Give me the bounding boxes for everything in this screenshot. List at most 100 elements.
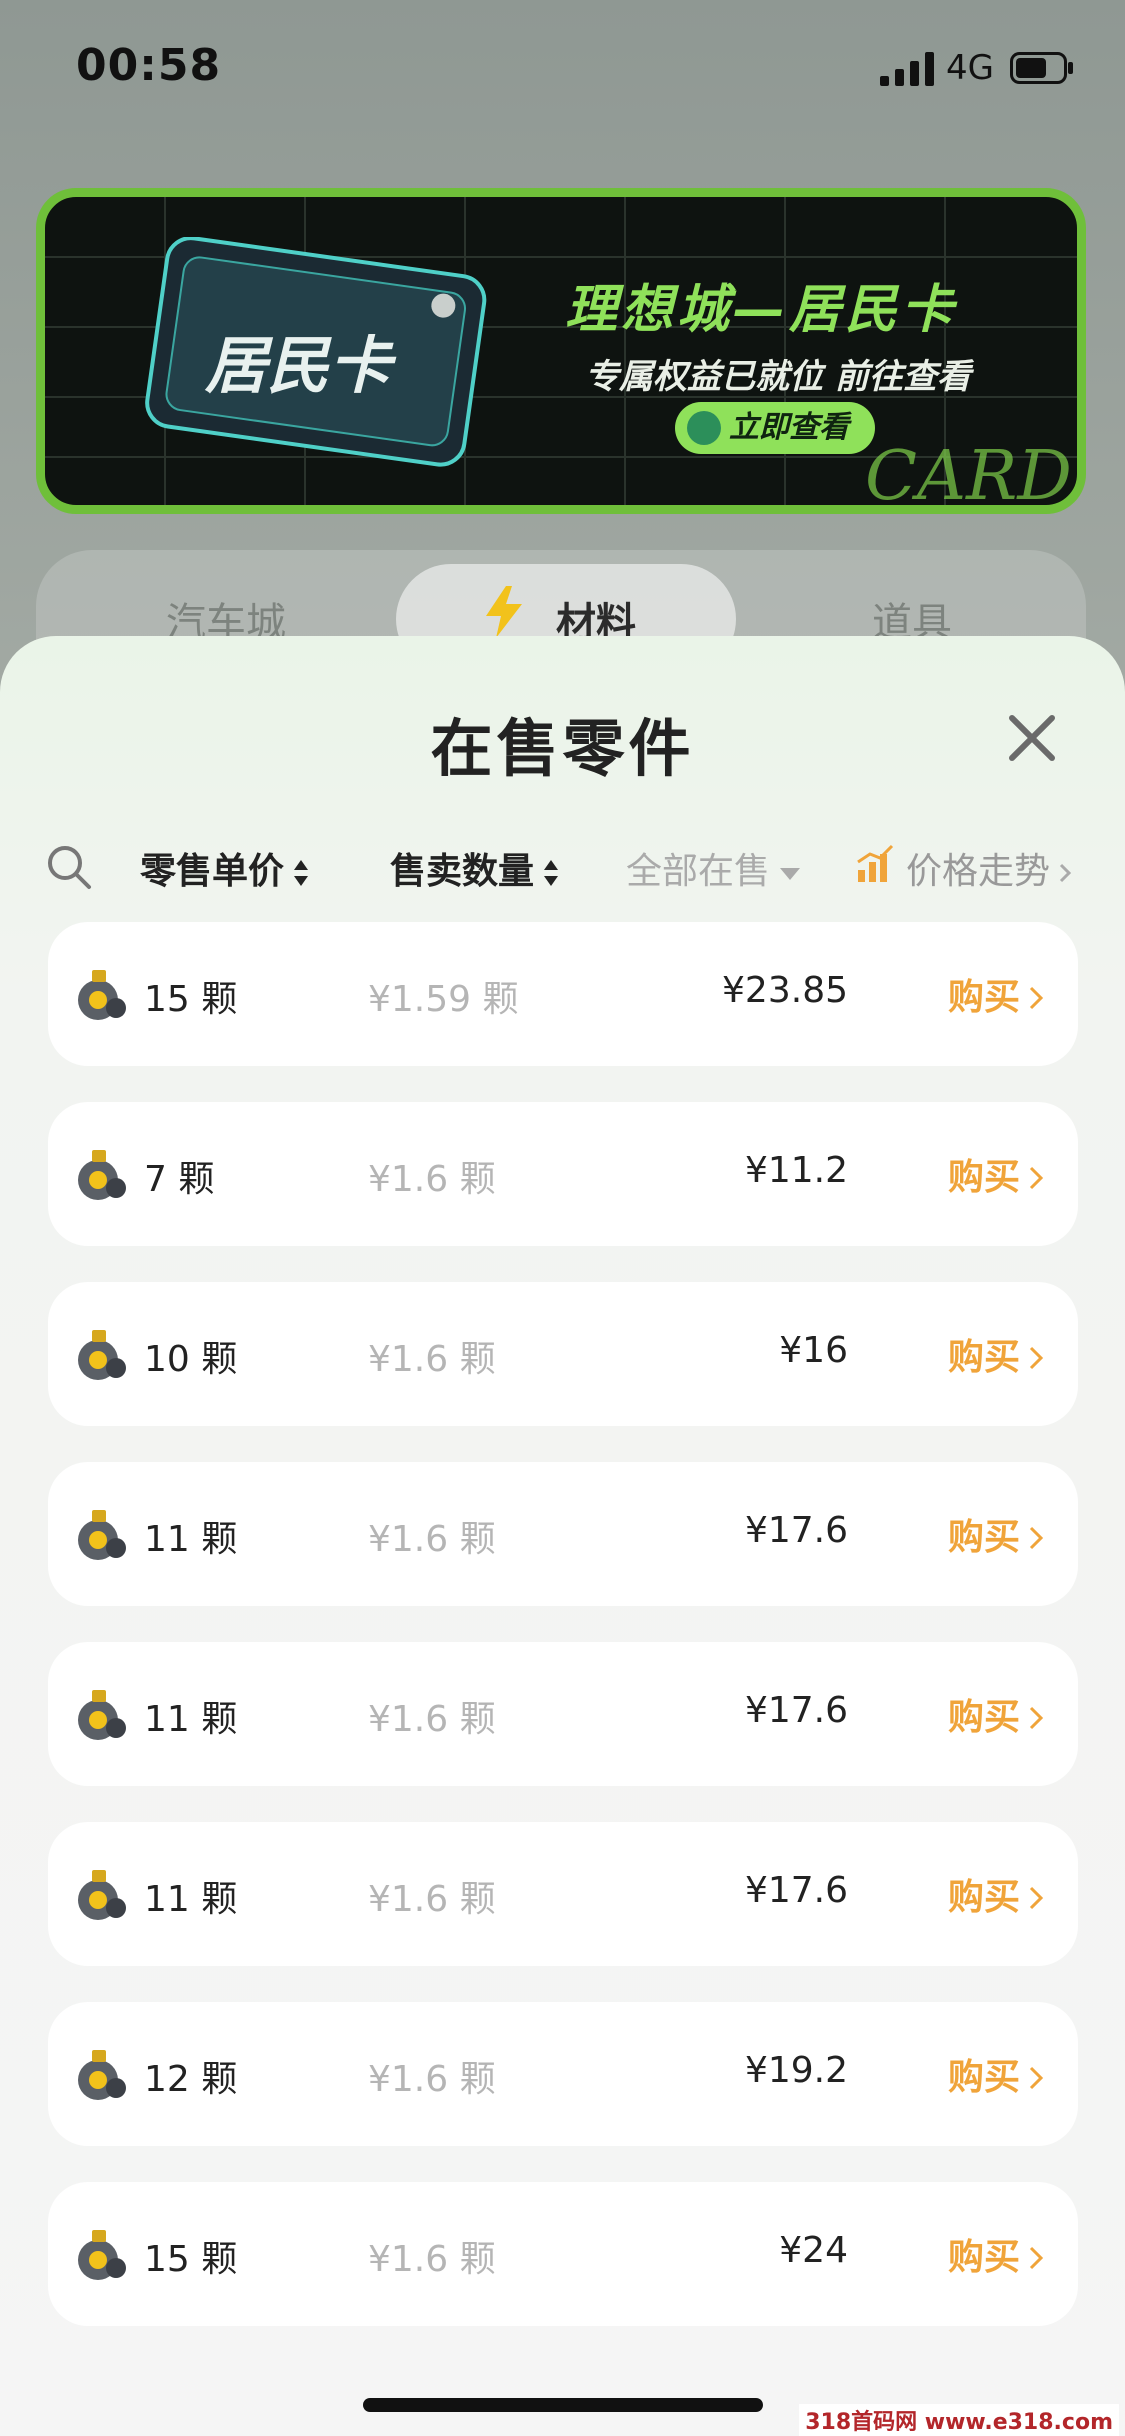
gear-part-icon <box>78 1870 126 1920</box>
status-bar: 00:58 4G <box>0 0 1125 140</box>
sort-quantity-label: 售卖数量 <box>390 851 535 892</box>
total-price: ¥23.85 <box>722 970 848 1011</box>
gear-part-icon <box>78 1330 126 1380</box>
bar-chart-icon <box>857 844 894 882</box>
listing-row[interactable]: 11 颗 ¥1.6 颗 ¥17.6 购买 <box>48 1462 1078 1606</box>
quantity: 11 颗 <box>144 1699 238 1740</box>
buy-button[interactable]: 购买 <box>948 2048 1044 2100</box>
buy-label: 购买 <box>948 2057 1021 2098</box>
parts-on-sale-sheet: 在售零件 零售单价 售卖数量 全部在售 价格走势 15 颗 ¥1.59 颗 ¥2… <box>0 636 1125 2436</box>
banner-title: 理想城—居民卡 <box>565 280 958 340</box>
signal-icon <box>880 52 934 86</box>
listing-row[interactable]: 10 颗 ¥1.6 颗 ¥16 购买 <box>48 1282 1078 1426</box>
gear-part-icon <box>78 2050 126 2100</box>
gear-part-icon <box>78 970 126 1020</box>
buy-label: 购买 <box>948 1697 1021 1738</box>
sort-arrows-icon <box>544 860 559 886</box>
chevron-right-icon <box>1029 986 1044 1010</box>
view-now-button[interactable]: 立即查看 <box>675 402 875 454</box>
watermark: 318首码网 www.e318.com <box>799 2404 1119 2436</box>
buy-button[interactable]: 购买 <box>948 1328 1044 1380</box>
battery-icon <box>1010 52 1073 84</box>
listing-row[interactable]: 15 颗 ¥1.6 颗 ¥24 购买 <box>48 2182 1078 2326</box>
buy-label: 购买 <box>948 977 1021 1018</box>
status-filter-label: 全部在售 <box>626 851 771 892</box>
quantity: 11 颗 <box>144 1519 238 1560</box>
gear-part-icon <box>78 1510 126 1560</box>
price-trend-label: 价格走势 <box>906 851 1051 892</box>
buy-button[interactable]: 购买 <box>948 1148 1044 1200</box>
quantity: 7 颗 <box>144 1159 215 1200</box>
caret-down-icon <box>780 868 801 880</box>
chevron-right-icon <box>1029 1166 1044 1190</box>
chevron-right-icon <box>1029 1706 1044 1730</box>
total-price: ¥19.2 <box>744 2050 848 2091</box>
unit-price: ¥1.6 颗 <box>368 1699 496 1740</box>
buy-button[interactable]: 购买 <box>948 1868 1044 1920</box>
card-label: 居民卡 <box>204 332 397 401</box>
total-price: ¥17.6 <box>744 1690 848 1731</box>
total-price: ¥24 <box>779 2230 848 2271</box>
gear-part-icon <box>78 1690 126 1740</box>
globe-icon <box>687 411 721 445</box>
network-type: 4G <box>946 48 994 88</box>
resident-card-art: 居民卡 <box>145 237 487 467</box>
quantity: 12 颗 <box>144 2059 238 2100</box>
unit-price: ¥1.6 颗 <box>368 2059 496 2100</box>
sort-quantity[interactable]: 售卖数量 <box>390 842 560 894</box>
buy-label: 购买 <box>948 1337 1021 1378</box>
view-now-label: 立即查看 <box>729 410 849 445</box>
buy-button[interactable]: 购买 <box>948 1688 1044 1740</box>
unit-price: ¥1.6 颗 <box>368 1339 496 1380</box>
listing-row[interactable]: 12 颗 ¥1.6 颗 ¥19.2 购买 <box>48 2002 1078 2146</box>
listing-row[interactable]: 7 颗 ¥1.6 颗 ¥11.2 购买 <box>48 1102 1078 1246</box>
gear-part-icon <box>78 2230 126 2280</box>
quantity: 10 颗 <box>144 1339 238 1380</box>
chevron-right-icon <box>1029 1886 1044 1910</box>
unit-price: ¥1.6 颗 <box>368 1879 496 1920</box>
buy-button[interactable]: 购买 <box>948 2228 1044 2280</box>
quantity: 11 颗 <box>144 1879 238 1920</box>
resident-card-banner[interactable]: 居民卡 理想城—居民卡 专属权益已就位 前往查看 立即查看 CARD <box>36 188 1086 514</box>
search-icon[interactable] <box>46 844 92 890</box>
chevron-right-icon <box>1029 1526 1044 1550</box>
total-price: ¥17.6 <box>744 1510 848 1551</box>
chevron-right-icon <box>1059 863 1072 883</box>
banner-card-decor-text: CARD <box>865 437 1072 514</box>
quantity: 15 颗 <box>144 2239 238 2280</box>
lightning-icon <box>486 586 522 638</box>
sort-unit-price[interactable]: 零售单价 <box>140 842 310 894</box>
buy-label: 购买 <box>948 1877 1021 1918</box>
chevron-right-icon <box>1029 2066 1044 2090</box>
buy-label: 购买 <box>948 2237 1021 2278</box>
listing-row[interactable]: 11 颗 ¥1.6 颗 ¥17.6 购买 <box>48 1642 1078 1786</box>
filter-bar: 零售单价 售卖数量 全部在售 价格走势 <box>0 824 1125 914</box>
price-trend-link[interactable]: 价格走势 <box>906 842 1072 894</box>
chevron-right-icon <box>1029 2246 1044 2270</box>
status-filter-dropdown[interactable]: 全部在售 <box>626 842 802 894</box>
listing-row[interactable]: 11 颗 ¥1.6 颗 ¥17.6 购买 <box>48 1822 1078 1966</box>
unit-price: ¥1.59 颗 <box>368 979 519 1020</box>
sort-arrows-icon <box>294 860 309 886</box>
unit-price: ¥1.6 颗 <box>368 2239 496 2280</box>
status-time: 00:58 <box>76 40 222 91</box>
buy-button[interactable]: 购买 <box>948 1508 1044 1560</box>
close-icon[interactable] <box>1004 710 1060 766</box>
buy-label: 购买 <box>948 1517 1021 1558</box>
quantity: 15 颗 <box>144 979 238 1020</box>
buy-label: 购买 <box>948 1157 1021 1198</box>
gear-part-icon <box>78 1150 126 1200</box>
sort-unit-price-label: 零售单价 <box>140 851 285 892</box>
chevron-right-icon <box>1029 1346 1044 1370</box>
home-indicator[interactable] <box>363 2398 763 2412</box>
total-price: ¥16 <box>779 1330 848 1371</box>
buy-button[interactable]: 购买 <box>948 968 1044 1020</box>
listing-row[interactable]: 15 颗 ¥1.59 颗 ¥23.85 购买 <box>48 922 1078 1066</box>
unit-price: ¥1.6 颗 <box>368 1519 496 1560</box>
sheet-title: 在售零件 <box>430 712 695 785</box>
listing-list: 15 颗 ¥1.59 颗 ¥23.85 购买 7 颗 ¥1.6 颗 ¥11.2 … <box>48 922 1078 2362</box>
banner-subtitle: 专属权益已就位 前往查看 <box>585 357 971 397</box>
unit-price: ¥1.6 颗 <box>368 1159 496 1200</box>
total-price: ¥17.6 <box>744 1870 848 1911</box>
total-price: ¥11.2 <box>744 1150 848 1191</box>
